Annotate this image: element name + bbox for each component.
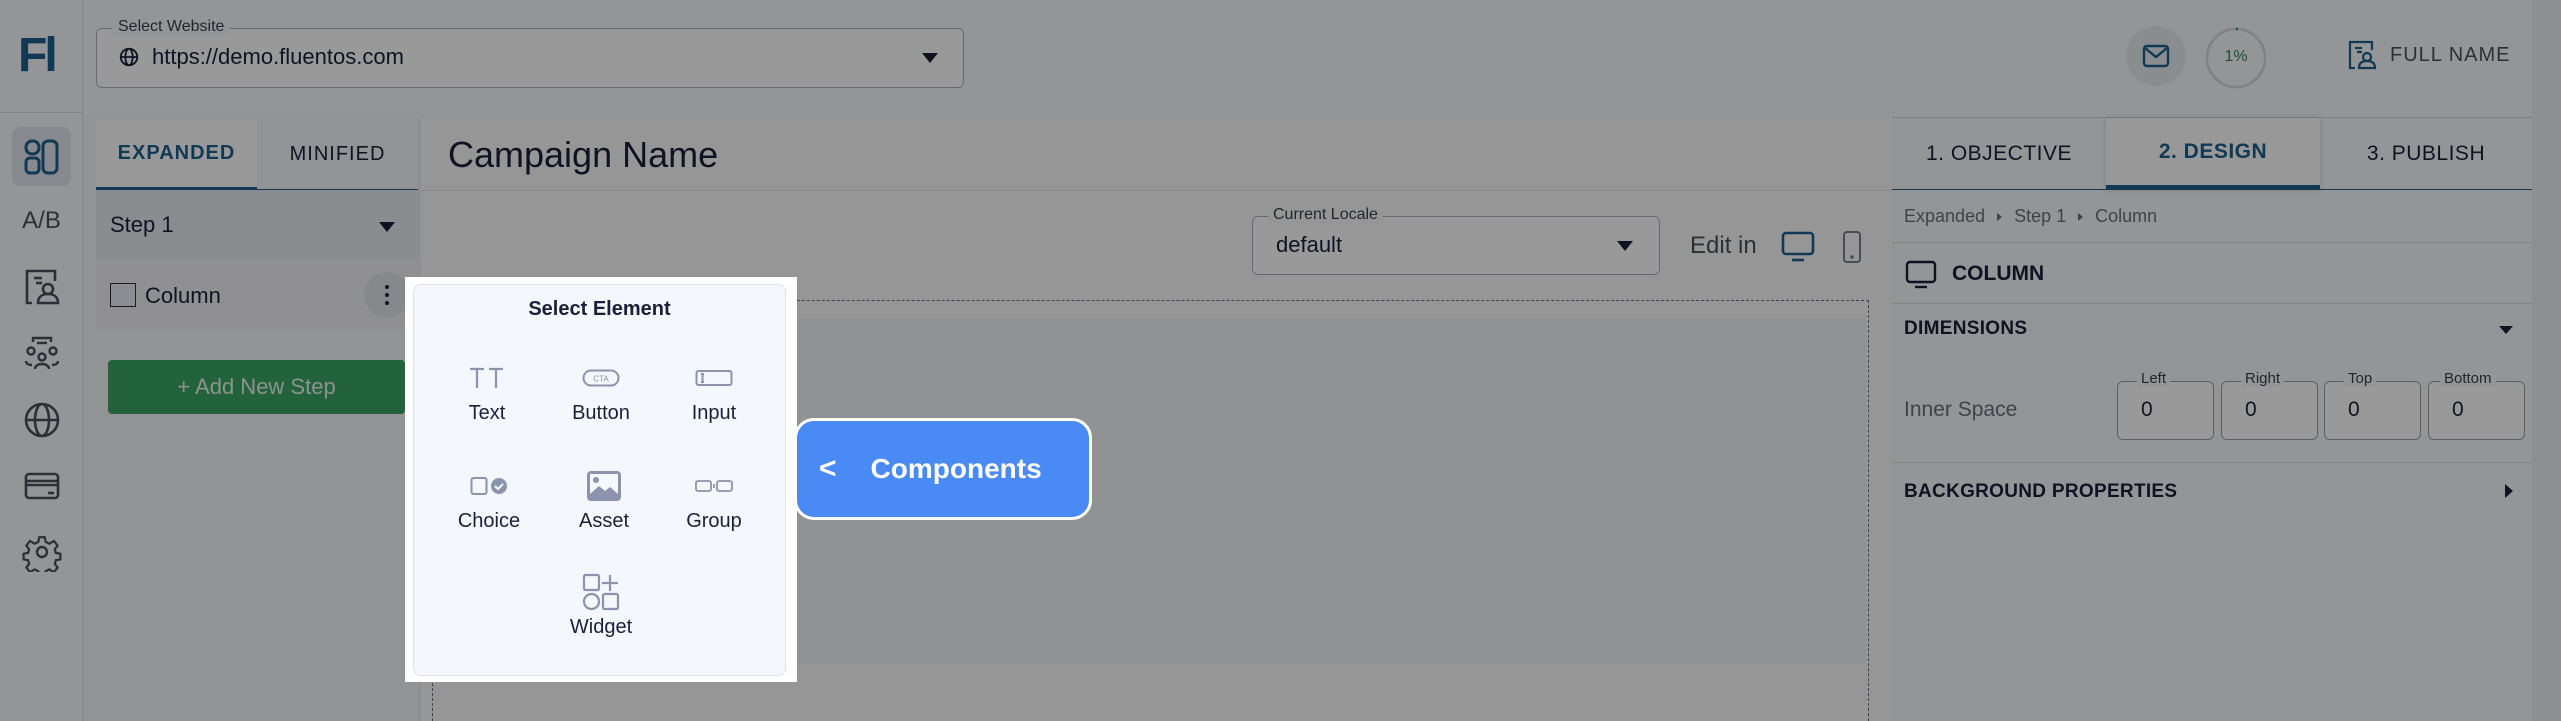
widget-icon <box>582 573 620 611</box>
element-option-choice[interactable]: Choice <box>434 466 544 533</box>
chevron-left-icon: < <box>819 452 837 485</box>
element-option-button[interactable]: CTA Button <box>546 358 656 425</box>
choice-icon <box>470 477 507 495</box>
group-icon <box>695 480 733 492</box>
components-label: Components <box>870 453 1042 484</box>
element-option-input[interactable]: Input <box>659 358 769 425</box>
tour-overlay <box>0 0 2561 721</box>
input-field-icon <box>695 370 733 386</box>
text-icon <box>470 367 503 388</box>
svg-text:CTA: CTA <box>593 375 609 384</box>
element-option-widget[interactable]: Widget <box>546 572 656 639</box>
cta-button-icon: CTA <box>582 369 620 387</box>
element-option-asset[interactable]: Asset <box>549 466 659 533</box>
select-element-title: Select Element <box>528 298 671 320</box>
element-option-text[interactable]: Text <box>432 358 542 425</box>
element-option-group[interactable]: Group <box>659 466 769 533</box>
image-icon <box>587 471 621 501</box>
components-tour-tooltip[interactable]: < Components <box>794 418 1092 520</box>
